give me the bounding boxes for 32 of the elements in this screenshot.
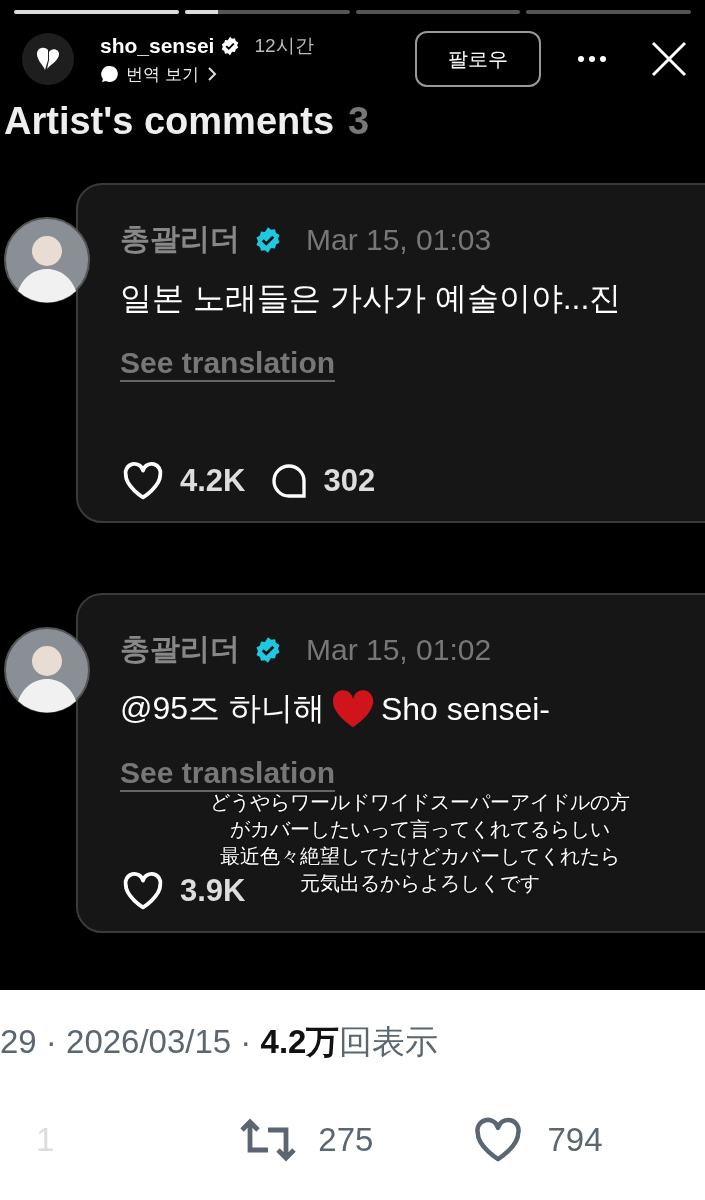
author-name[interactable]: 총괄리더	[120, 629, 240, 670]
reply-count: 302	[323, 463, 376, 499]
chevron-right-icon	[206, 66, 217, 82]
caption-line: がカバーしたいって言ってくれてるらしい	[230, 817, 610, 842]
retweet-count: 275	[318, 1121, 374, 1159]
comment-date: Mar 15, 01:02	[306, 632, 492, 667]
like-count: 794	[547, 1121, 603, 1159]
like-count: 3.9K	[180, 873, 246, 909]
post-time: 12시간	[254, 33, 314, 58]
comment-text: @95즈 하니해	[120, 689, 325, 728]
caption-line: 元気出るからよろしくです	[300, 871, 540, 896]
caption-line: 最近色々絶望してたけどカバーしてくれたら	[220, 844, 620, 869]
speech-bubble-icon	[100, 65, 118, 83]
see-translation-link[interactable]: See translation	[120, 346, 336, 382]
see-translation-link[interactable]: See translation	[120, 756, 336, 792]
follow-button[interactable]: 팔로우	[415, 31, 541, 87]
comment-text: Sho sensei-	[380, 690, 550, 728]
heart-emoji-icon	[330, 689, 375, 729]
profile-logo-icon[interactable]	[22, 33, 74, 85]
more-icon[interactable]	[577, 55, 607, 63]
comment-date: Mar 15, 01:03	[306, 222, 492, 257]
comment-text: 일본 노래들은 가사가 예술이야...진	[120, 279, 622, 318]
retweet-icon[interactable]	[238, 1118, 299, 1162]
tweet-meta: 29 · 2026/03/15 · 4.2万回表示	[0, 1022, 440, 1062]
close-icon[interactable]	[651, 41, 687, 77]
caption-line: どうやらワールドワイドスーパーアイドルの方	[210, 790, 630, 815]
comment-count: 3	[348, 100, 370, 143]
username[interactable]: sho_sensei	[100, 33, 215, 58]
section-title: Artist's comments	[4, 100, 334, 143]
translate-link[interactable]: 번역 보기	[126, 62, 199, 86]
author-name[interactable]: 총괄리더	[120, 219, 240, 260]
like-count: 4.2K	[180, 463, 246, 499]
